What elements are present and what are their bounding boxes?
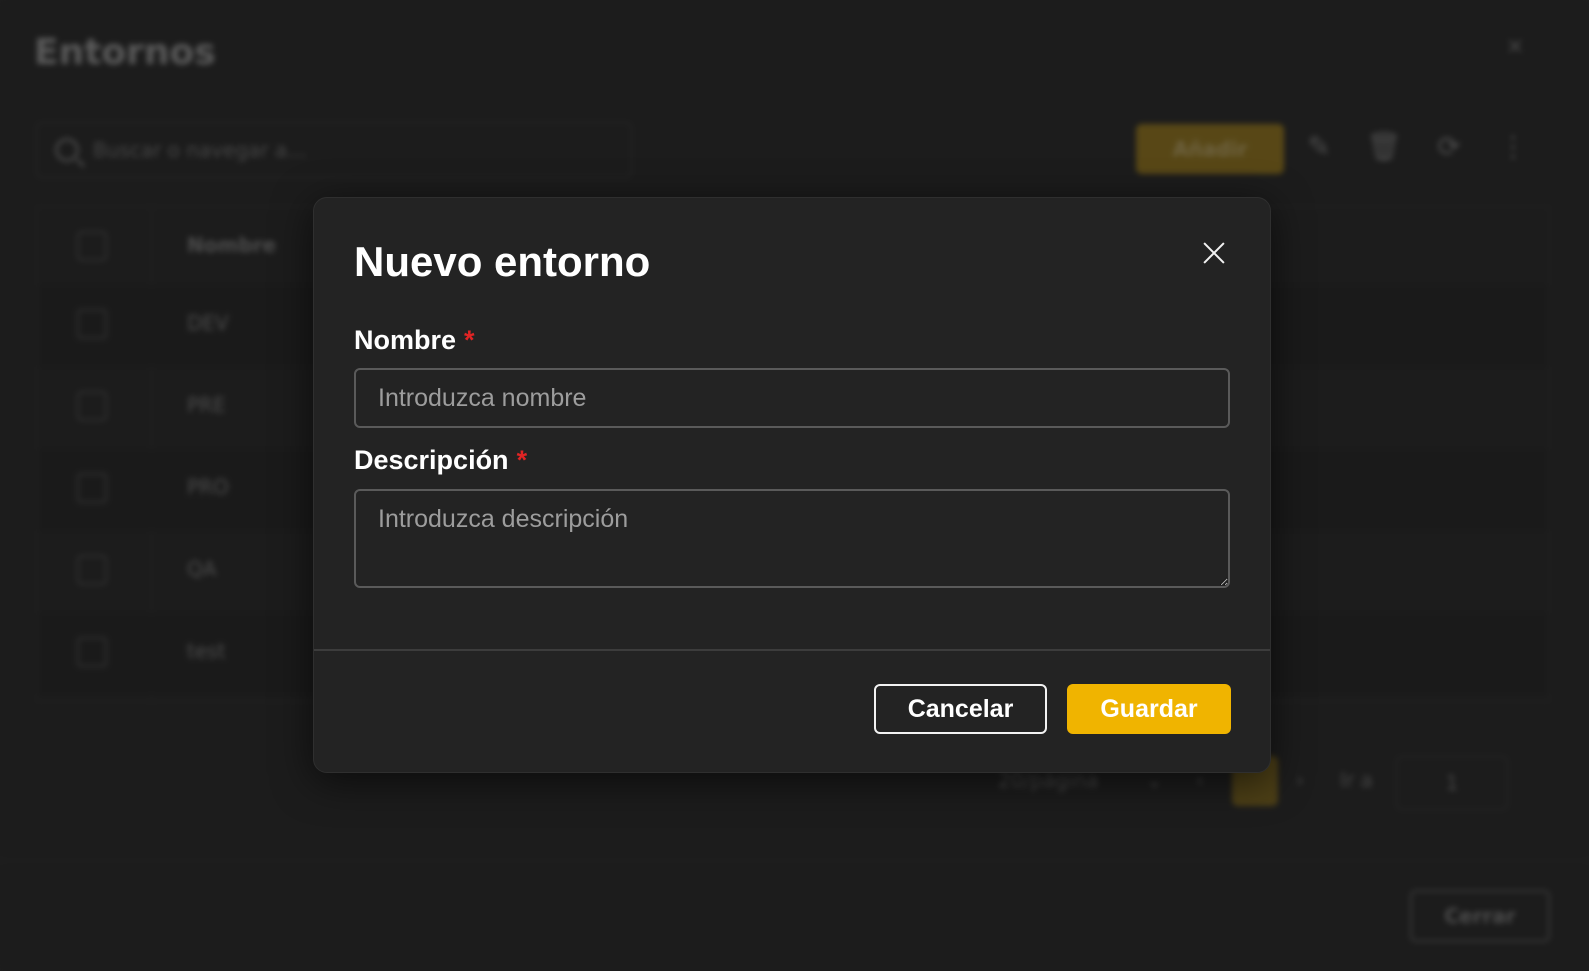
required-marker: * (464, 325, 475, 355)
dialog-title: Nuevo entorno (354, 238, 651, 285)
description-label: Descripción * (354, 445, 527, 476)
required-marker: * (516, 445, 528, 475)
cancel-button[interactable]: Cancelar (874, 684, 1047, 734)
description-label-text: Descripción (354, 445, 509, 475)
description-textarea[interactable] (354, 489, 1230, 588)
new-environment-dialog: Nuevo entorno Nombre* Descripción* Cance… (313, 197, 1271, 773)
name-label-text: Nombre (354, 325, 457, 355)
name-input[interactable] (354, 368, 1230, 428)
name-label: Nombre * (354, 325, 475, 356)
save-button[interactable]: Guardar (1067, 684, 1231, 734)
close-icon[interactable] (1199, 238, 1229, 268)
dialog-footer-divider (314, 649, 1270, 651)
